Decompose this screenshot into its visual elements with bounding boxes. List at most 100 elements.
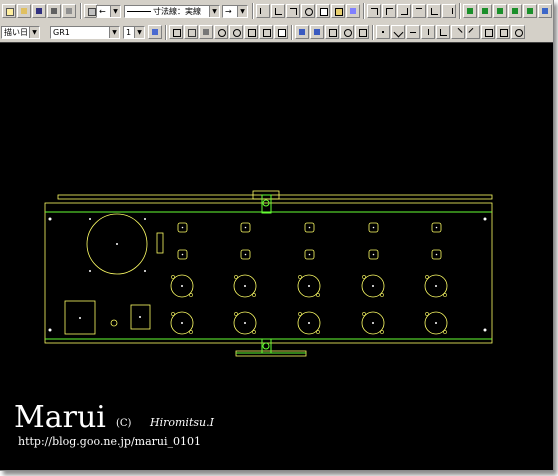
pot-key-hole bbox=[362, 275, 366, 279]
arc-tool-icon[interactable] bbox=[301, 4, 315, 18]
offset-tool-icon[interactable] bbox=[442, 4, 456, 18]
chevron-down-icon: ▼ bbox=[209, 6, 219, 17]
chamfer-tool-icon[interactable] bbox=[382, 4, 396, 18]
slash-tool-icon[interactable] bbox=[466, 25, 480, 39]
pot-key-hole bbox=[425, 312, 429, 316]
pot-center bbox=[372, 285, 374, 287]
check-tool-icon[interactable] bbox=[391, 25, 405, 39]
corner-tool-icon[interactable] bbox=[367, 4, 381, 18]
arrow-start-select[interactable]: ← ▼ bbox=[96, 5, 121, 18]
window-icon[interactable] bbox=[274, 25, 288, 39]
toolbar-separator bbox=[291, 25, 293, 40]
switch-center bbox=[435, 226, 438, 229]
save-as-icon[interactable] bbox=[47, 4, 61, 18]
grid-icon[interactable] bbox=[463, 4, 477, 18]
layer-manager-icon[interactable] bbox=[508, 4, 522, 18]
pot-center bbox=[181, 322, 183, 324]
pot-key-hole bbox=[171, 312, 175, 316]
zoom-all-icon[interactable] bbox=[244, 25, 258, 39]
arrow-end-value: → bbox=[225, 7, 232, 16]
pot-center bbox=[308, 322, 310, 324]
extend-tool-icon[interactable] bbox=[427, 4, 441, 18]
angle-tool-icon[interactable] bbox=[286, 4, 300, 18]
diagonal-tool-icon[interactable] bbox=[451, 25, 465, 39]
mode-select[interactable]: 描い日 ▼ bbox=[1, 26, 40, 39]
mode-value: 描い日 bbox=[4, 28, 28, 37]
zoom-previous-icon[interactable] bbox=[199, 25, 213, 39]
main-toolbar: ← ▼ 寸法線：実線 ▼ → ▼ bbox=[0, 0, 553, 24]
pot-key-hole bbox=[298, 275, 302, 279]
left-cutout-center bbox=[79, 317, 81, 319]
ortho-icon[interactable] bbox=[493, 4, 507, 18]
polyline-tool-icon[interactable] bbox=[271, 4, 285, 18]
color-swatch-icon[interactable] bbox=[148, 25, 162, 39]
snap-icon[interactable] bbox=[478, 4, 492, 18]
toolbar-separator bbox=[165, 25, 167, 40]
pot-key-hole bbox=[234, 275, 238, 279]
screw-hole bbox=[89, 270, 91, 272]
paste-icon[interactable] bbox=[331, 4, 345, 18]
line-tool-icon[interactable] bbox=[256, 4, 270, 18]
arrow-start-value: ← bbox=[99, 7, 106, 16]
redraw-icon[interactable] bbox=[169, 25, 183, 39]
angle-line-tool-icon[interactable] bbox=[436, 25, 450, 39]
mount-hole bbox=[483, 217, 487, 221]
switch-center bbox=[435, 253, 438, 256]
attribute-icon[interactable] bbox=[325, 25, 339, 39]
pot-key-hole bbox=[234, 312, 238, 316]
mount-hole bbox=[483, 328, 487, 332]
large-hole-center bbox=[116, 243, 118, 245]
rectangle-tool-icon[interactable] bbox=[481, 25, 495, 39]
redo-icon[interactable] bbox=[355, 25, 369, 39]
print-icon[interactable] bbox=[62, 4, 76, 18]
square-tool-icon[interactable] bbox=[496, 25, 510, 39]
pot-key-hole bbox=[252, 293, 256, 297]
line-type-value: 寸法線：実線 bbox=[153, 7, 201, 16]
chevron-down-icon: ▼ bbox=[109, 27, 119, 38]
pot-center bbox=[372, 322, 374, 324]
open-icon[interactable] bbox=[17, 4, 31, 18]
zoom-in-icon[interactable] bbox=[214, 25, 228, 39]
trim-tool-icon[interactable] bbox=[412, 4, 426, 18]
pot-center bbox=[244, 285, 246, 287]
watermark-copyright: (C) bbox=[116, 418, 132, 429]
save-icon[interactable] bbox=[32, 4, 46, 18]
layer-icon[interactable] bbox=[346, 4, 360, 18]
new-icon[interactable] bbox=[2, 4, 16, 18]
copy-icon[interactable] bbox=[316, 4, 330, 18]
zoom-out-icon[interactable] bbox=[229, 25, 243, 39]
line-type-dash bbox=[127, 11, 151, 12]
switch-center bbox=[308, 226, 311, 229]
right-cutout-center bbox=[139, 316, 141, 318]
pot-center bbox=[181, 285, 183, 287]
vline-tool-icon[interactable] bbox=[421, 25, 435, 39]
toolbar-separator bbox=[363, 3, 365, 19]
hline-tool-icon[interactable] bbox=[406, 25, 420, 39]
circle-tool-icon[interactable] bbox=[511, 25, 525, 39]
pot-key-hole bbox=[443, 293, 447, 297]
group-select[interactable]: GR1 ▼ bbox=[50, 26, 120, 39]
screw-hole bbox=[144, 218, 146, 220]
switch-center bbox=[244, 226, 247, 229]
connector-slot bbox=[156, 232, 164, 254]
pot-key-hole bbox=[189, 330, 193, 334]
point-tool-icon[interactable] bbox=[376, 25, 390, 39]
undo-icon[interactable] bbox=[340, 25, 354, 39]
pot-center bbox=[435, 322, 437, 324]
measure-icon[interactable] bbox=[295, 25, 309, 39]
pot-key-hole bbox=[298, 312, 302, 316]
fillet-tool-icon[interactable] bbox=[397, 4, 411, 18]
chevron-down-icon: ▼ bbox=[237, 6, 247, 17]
arrow-end-select[interactable]: → ▼ bbox=[222, 5, 248, 18]
layer-select[interactable]: 1 ▼ bbox=[123, 26, 145, 39]
mount-hole bbox=[48, 217, 52, 221]
group-value: GR1 bbox=[53, 28, 70, 37]
line-type-select[interactable]: 寸法線：実線 ▼ bbox=[124, 5, 220, 18]
pan-icon[interactable] bbox=[259, 25, 273, 39]
screw-hole bbox=[144, 270, 146, 272]
zoom-window-icon[interactable] bbox=[184, 25, 198, 39]
view-icon[interactable] bbox=[538, 4, 552, 18]
color-icon[interactable] bbox=[523, 4, 537, 18]
select-icon[interactable] bbox=[310, 25, 324, 39]
layer-value: 1 bbox=[126, 28, 132, 37]
